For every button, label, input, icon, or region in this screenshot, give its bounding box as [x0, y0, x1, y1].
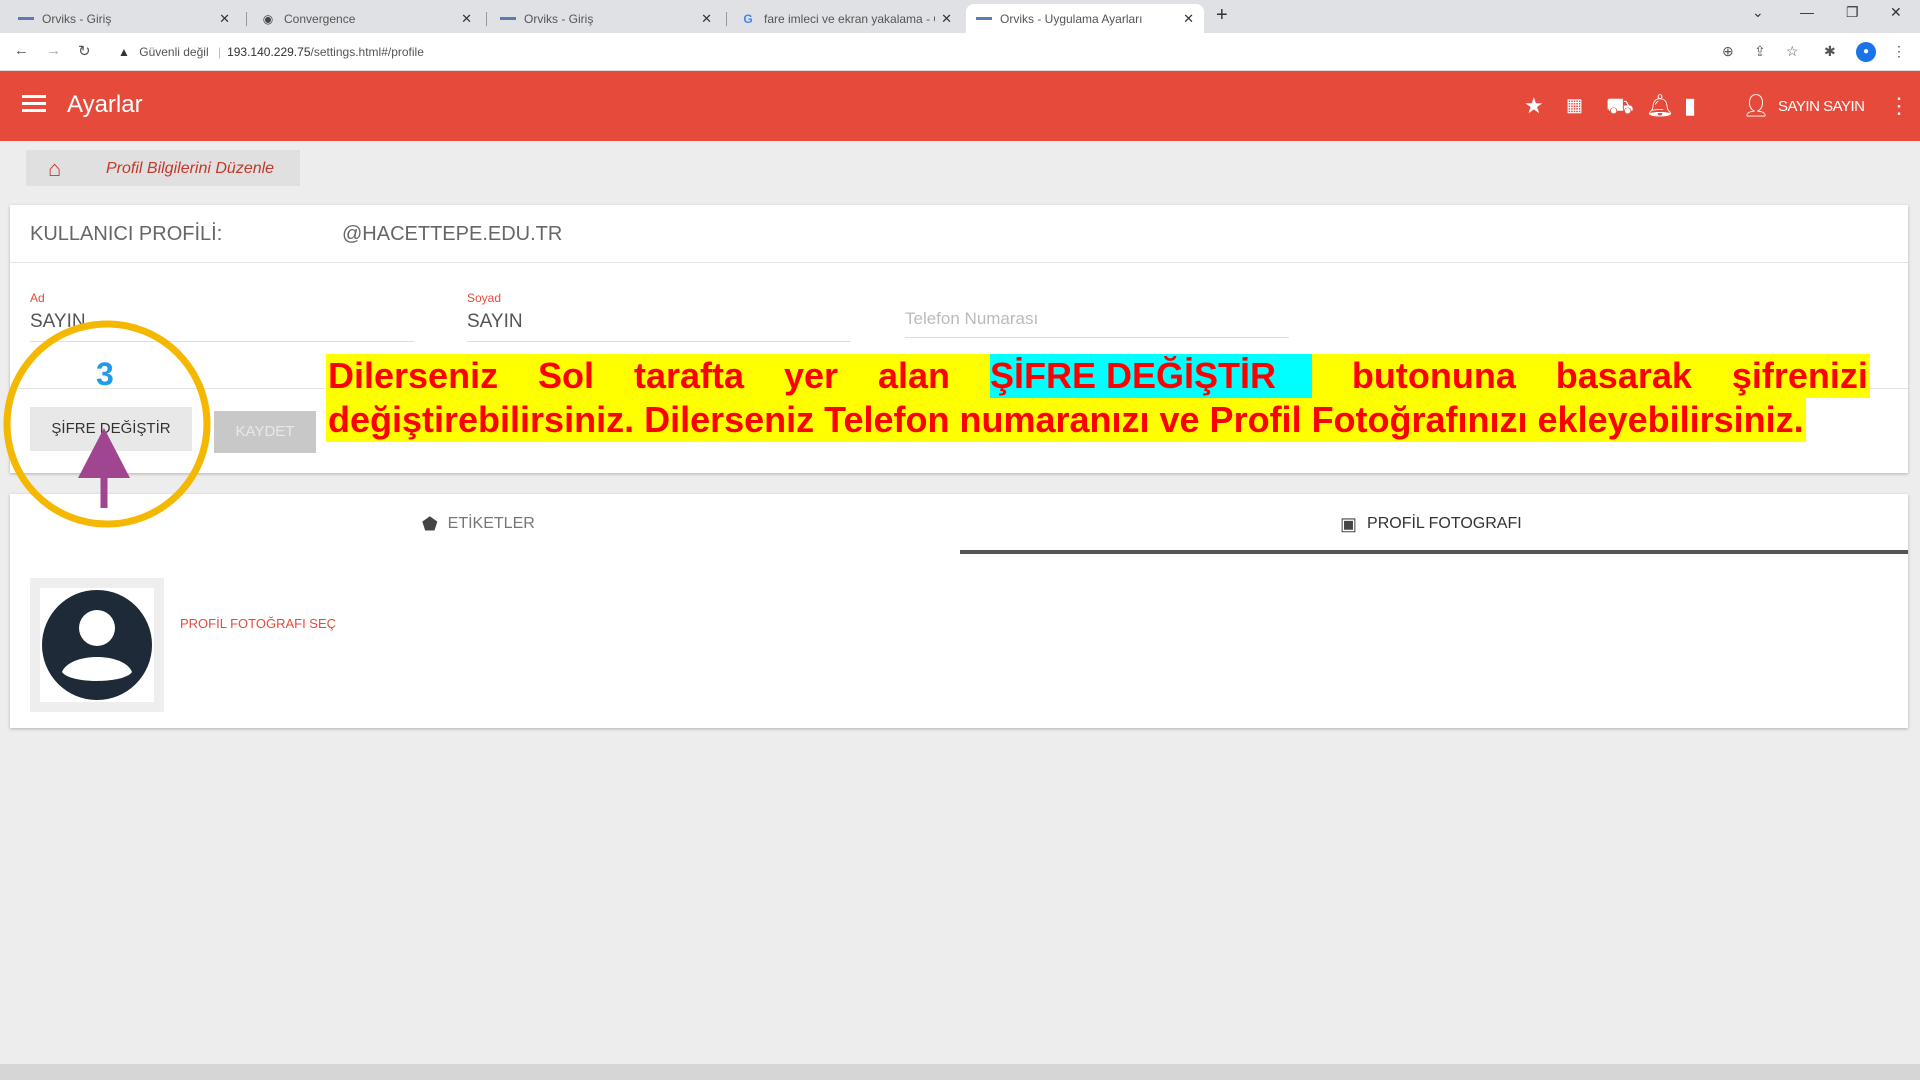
image-icon: ▣	[1340, 514, 1358, 534]
browser-tab[interactable]: Orviks - Giriş ✕	[8, 4, 240, 33]
star-icon[interactable]: ★	[1524, 93, 1544, 119]
note-word: Dilerseniz	[328, 355, 499, 396]
url-separator: |	[217, 45, 222, 59]
choose-photo-link[interactable]: PROFİL FOTOĞRAFI SEÇ	[180, 616, 336, 631]
window-close-icon[interactable]: ✕	[1890, 4, 1902, 21]
site-favicon-icon	[976, 17, 992, 20]
menu-icon[interactable]	[22, 95, 46, 113]
last-name-label: Soyad	[467, 291, 502, 305]
browser-tab[interactable]: Orviks - Giriş ✕	[490, 4, 722, 33]
site-favicon-icon	[500, 17, 516, 20]
close-icon[interactable]: ✕	[941, 11, 952, 27]
browser-tab-title: Orviks - Uygulama Ayarları	[1000, 11, 1143, 26]
app-header: Ayarlar ★ ▦ ⛟ 🔔︎ ▮ 👤︎ SAYIN SAYIN ⋮	[0, 71, 1920, 141]
note-word: Sol	[538, 355, 595, 396]
url-field[interactable]: ▲ Güvenli değil | 193.140.229.75/settings…	[118, 45, 424, 59]
new-tab-icon[interactable]: +	[1216, 4, 1228, 27]
browser-tab-active[interactable]: Orviks - Uygulama Ayarları ✕	[966, 4, 1204, 33]
person-icon[interactable]: 👤︎	[1742, 93, 1770, 119]
bell-icon[interactable]: 🔔︎	[1646, 93, 1674, 119]
browser-tab-title: Orviks - Giriş	[42, 11, 112, 26]
page-footer-strip	[0, 1064, 1920, 1080]
bookmark-star-icon[interactable]: ☆	[1786, 43, 1799, 60]
pointer-arrow-icon	[78, 428, 130, 478]
globe-icon: ◉	[262, 11, 274, 26]
close-icon[interactable]: ✕	[461, 11, 472, 27]
last-name-field[interactable]: Soyad SAYIN	[467, 291, 851, 342]
note-word: butonuna	[1351, 355, 1516, 396]
tab-labels[interactable]: ⬟ ETİKETLER	[422, 514, 535, 535]
more-vert-icon[interactable]: ⋮	[1888, 93, 1910, 119]
tab-profile-photo-text: PROFİL FOTOGRAFI	[1367, 515, 1522, 532]
last-name-value: SAYIN	[467, 311, 523, 332]
tab-search-icon[interactable]: ⌄	[1752, 4, 1764, 21]
browser-tab-title: Orviks - Giriş	[524, 11, 594, 26]
back-arrow-icon[interactable]: ←	[14, 42, 29, 59]
step-number: 3	[96, 356, 114, 392]
url-host: 193.140.229.75	[227, 45, 311, 59]
phone-field[interactable]: Telefon Numarası	[905, 291, 1289, 338]
note-word: tarafta	[633, 355, 745, 396]
tab-divider	[486, 12, 487, 26]
forward-arrow-icon[interactable]: →	[46, 42, 61, 59]
google-icon: G	[743, 11, 753, 26]
url-path: /settings.html#/profile	[310, 45, 424, 59]
share-icon[interactable]: ⇪	[1754, 43, 1766, 60]
note-word: yer	[783, 355, 839, 396]
user-name[interactable]: SAYIN SAYIN	[1778, 98, 1865, 115]
user-profile-value: @HACETTEPE.EDU.TR	[342, 223, 563, 245]
security-label: Güvenli değil	[139, 45, 209, 59]
reload-icon[interactable]: ↻	[78, 42, 91, 60]
profile-tabs-card: ⬟ ETİKETLER ▣ PROFİL FOTOGRAFI PROFİL FOTO…	[10, 494, 1908, 728]
note-word: basarak	[1555, 355, 1692, 396]
breadcrumb: ⌂ Profil Bilgilerini Düzenle	[26, 150, 300, 186]
browser-menu-icon[interactable]: ⋮	[1892, 43, 1906, 60]
home-icon[interactable]: ⌂	[48, 156, 61, 182]
inbox-icon[interactable]: ⛟	[1606, 93, 1634, 122]
tab-divider	[726, 12, 727, 26]
user-profile-label: KULLANICI PROFİLİ:	[30, 223, 223, 245]
restore-icon[interactable]: ❐	[1846, 4, 1859, 21]
site-favicon-icon	[18, 17, 34, 20]
apps-grid-icon[interactable]: ▦	[1566, 95, 1583, 116]
browser-tab[interactable]: G fare imleci ve ekran yakalama - G ✕	[730, 4, 962, 33]
briefcase-icon[interactable]: ▮	[1684, 93, 1696, 119]
tutorial-overlay	[3, 320, 211, 528]
account-circle-icon	[42, 590, 152, 700]
address-toolbar: ← → ↻ ▲ Güvenli değil | 193.140.229.75/se…	[0, 33, 1920, 71]
warning-icon: ▲	[118, 45, 130, 59]
close-icon[interactable]: ✕	[219, 11, 230, 27]
browser-tab-strip: Orviks - Giriş ✕ ◉ Convergence ✕ Orviks …	[0, 0, 1920, 33]
browser-tab-title: fare imleci ve ekran yakalama - G	[764, 11, 936, 26]
note-highlight: ŞİFRE DEĞİŞTİR	[989, 354, 1312, 398]
tab-profile-photo[interactable]: ▣ PROFİL FOTOGRAFI	[1340, 514, 1522, 535]
tab-divider	[246, 12, 247, 26]
page-title: Ayarlar	[67, 91, 143, 118]
phone-placeholder: Telefon Numarası	[905, 309, 1039, 328]
browser-profile-avatar[interactable]: ●	[1856, 42, 1876, 62]
zoom-icon[interactable]: ⊕	[1722, 43, 1734, 60]
minimize-icon[interactable]: —	[1800, 4, 1814, 20]
breadcrumb-label[interactable]: Profil Bilgilerini Düzenle	[106, 160, 274, 178]
note-line-2: değiştirebilirsiniz. Dilerseniz Telefon …	[326, 398, 1806, 442]
active-tab-indicator	[960, 550, 1908, 554]
instruction-callout: Dilerseniz Sol tarafta yer alan ŞİFRE DE…	[326, 354, 1870, 442]
label-tag-icon: ⬟	[422, 514, 438, 534]
tab-labels-text: ETİKETLER	[447, 515, 535, 532]
avatar	[30, 578, 164, 712]
close-icon[interactable]: ✕	[1183, 11, 1194, 27]
browser-tab-title: Convergence	[284, 11, 356, 26]
browser-tab[interactable]: ◉ Convergence ✕	[250, 4, 482, 33]
close-icon[interactable]: ✕	[701, 11, 712, 27]
extensions-icon[interactable]: ✱	[1824, 43, 1836, 60]
divider	[10, 262, 1908, 263]
note-word: alan	[877, 355, 950, 396]
first-name-label: Ad	[30, 291, 45, 305]
note-word: şifrenizi	[1731, 355, 1868, 396]
